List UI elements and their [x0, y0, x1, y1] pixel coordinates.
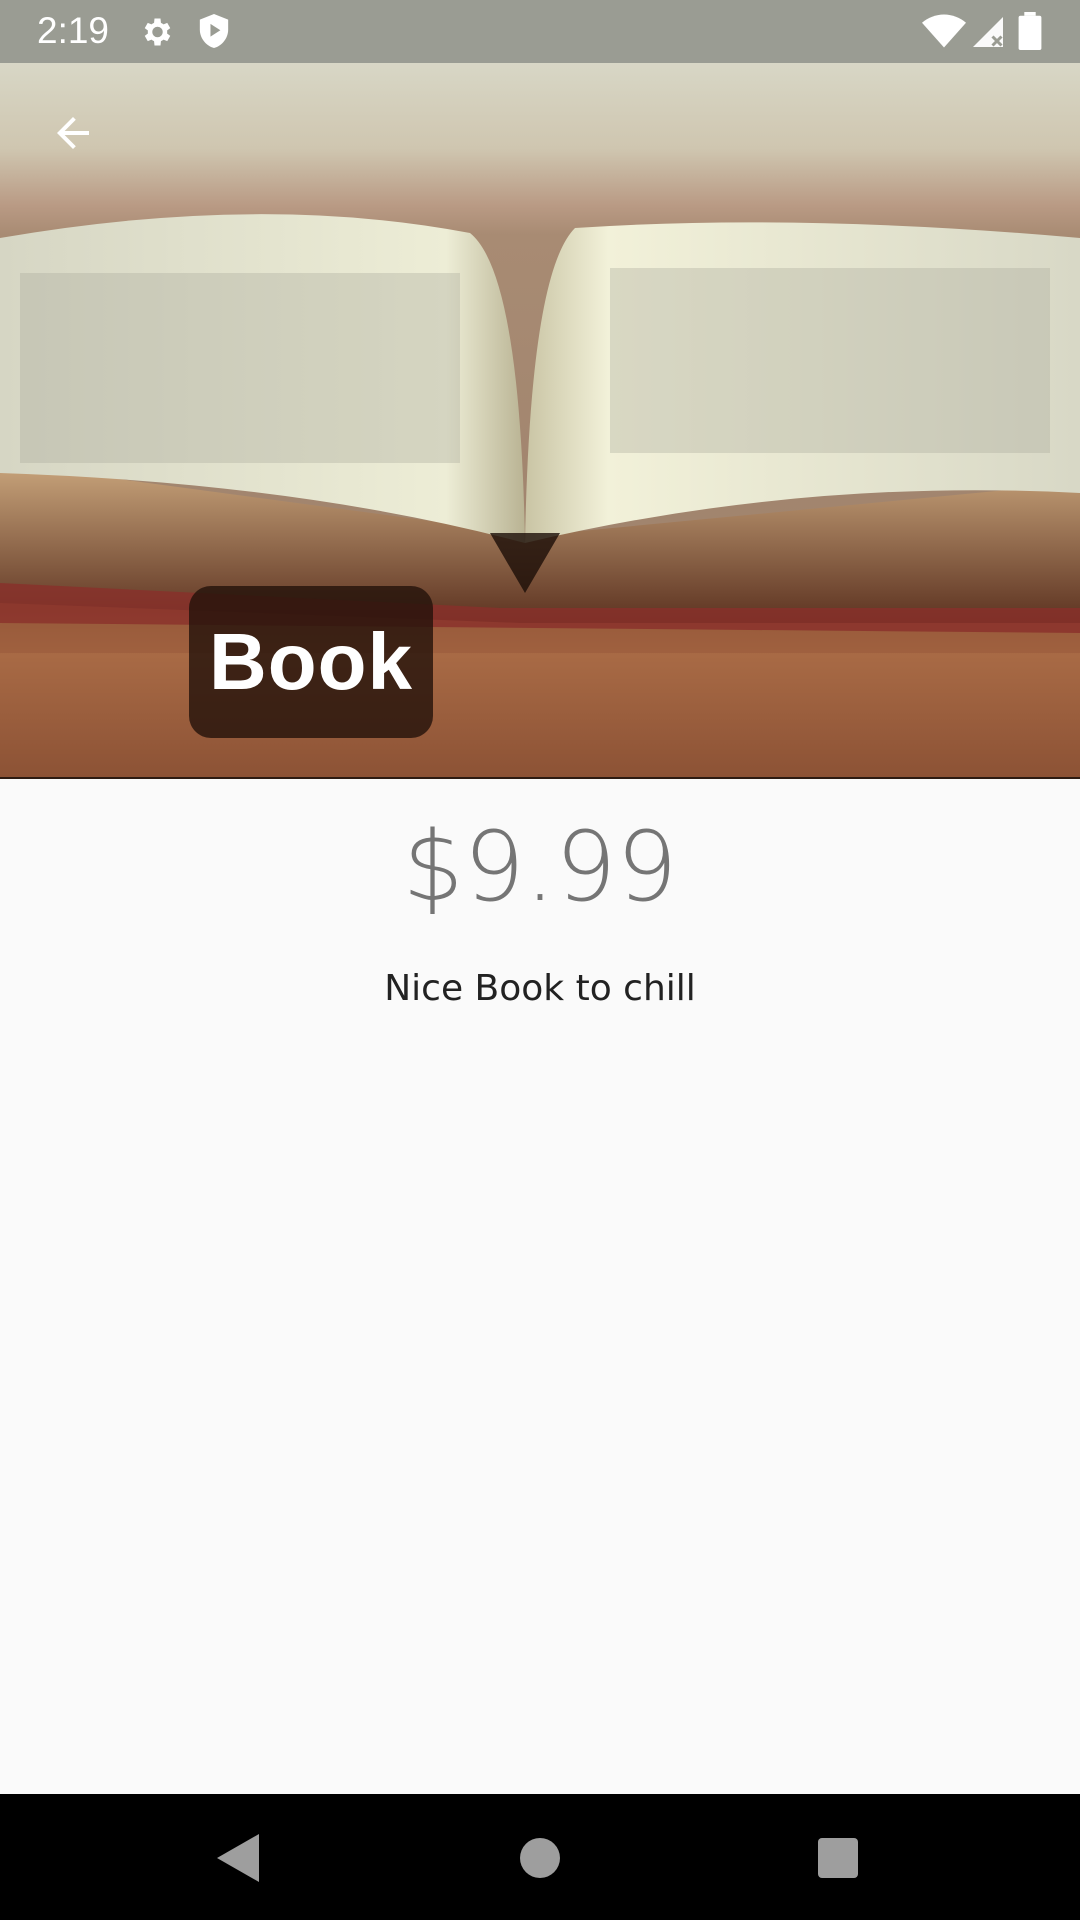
back-button[interactable]	[40, 100, 106, 166]
status-bar: 2:19	[0, 0, 1080, 63]
product-price: $9.99	[402, 811, 678, 923]
signal-icon	[970, 14, 1006, 54]
home-circle-icon	[520, 1838, 560, 1878]
status-time: 2:19	[37, 10, 110, 51]
gear-icon	[138, 14, 174, 54]
arrow-left-icon	[57, 117, 89, 149]
hero-image	[0, 63, 1080, 778]
nav-recents-button[interactable]	[807, 1827, 869, 1889]
back-triangle-icon	[217, 1834, 259, 1882]
title-chip: Book	[189, 586, 433, 738]
open-book-image	[0, 214, 1080, 778]
nav-back-button[interactable]	[208, 1827, 270, 1889]
wifi-icon	[922, 14, 966, 52]
hero-divider	[0, 777, 1080, 779]
nav-bar	[0, 1794, 1080, 1920]
recents-square-icon	[818, 1838, 858, 1878]
nav-home-button[interactable]	[509, 1827, 571, 1889]
product-description: Nice Book to chill	[384, 968, 696, 1009]
shield-play-icon	[197, 12, 231, 54]
battery-icon	[1018, 12, 1042, 54]
page-title: Book	[209, 617, 413, 706]
